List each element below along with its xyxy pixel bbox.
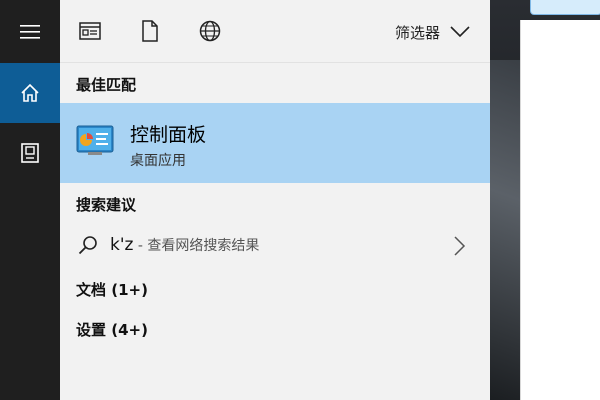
chevron-down-icon (450, 26, 470, 38)
search-suggestions-header: 搜索建议 (76, 196, 137, 214)
filter-label: 筛选器 (394, 23, 440, 42)
suggestion-text: k'z - 查看网络搜索结果 (110, 235, 259, 255)
chevron-right-icon[interactable] (454, 236, 466, 256)
home-button[interactable] (0, 63, 60, 123)
background-window (520, 20, 600, 400)
app-name: 控制面板 (130, 124, 207, 146)
documents-header[interactable]: 文档 (1+) (76, 279, 148, 300)
background-window-button (530, 0, 600, 15)
suggestion-hint: - 查看网络搜索结果 (133, 238, 260, 254)
app-type: 桌面应用 (130, 153, 186, 169)
best-match-result[interactable]: 控制面板 桌面应用 (60, 103, 490, 183)
settings-header[interactable]: 设置 (4+) (76, 319, 148, 340)
side-rail (0, 0, 60, 400)
hamburger-menu-button[interactable] (0, 2, 60, 62)
documents-icon[interactable] (138, 19, 162, 43)
search-icon (78, 236, 97, 255)
best-match-header: 最佳匹配 (76, 76, 137, 94)
web-search-suggestion[interactable]: k'z - 查看网络搜索结果 (60, 226, 490, 266)
filter-toolbar: 筛选器 (60, 0, 490, 63)
control-panel-icon (76, 125, 114, 155)
home-icon (21, 83, 39, 102)
web-icon[interactable] (198, 19, 222, 43)
hamburger-menu-icon (20, 25, 40, 39)
search-results-panel: 筛选器 最佳匹配 控制面板 桌面应用 搜索建议 k'z - 查看网络搜索结果 文… (60, 0, 490, 400)
notebook-button[interactable] (0, 123, 60, 183)
apps-icon[interactable] (78, 19, 102, 43)
background-artwork (490, 60, 520, 400)
notebook-icon (21, 143, 39, 163)
filter-dropdown[interactable]: 筛选器 (395, 20, 470, 44)
suggestion-query: k'z (110, 235, 134, 255)
